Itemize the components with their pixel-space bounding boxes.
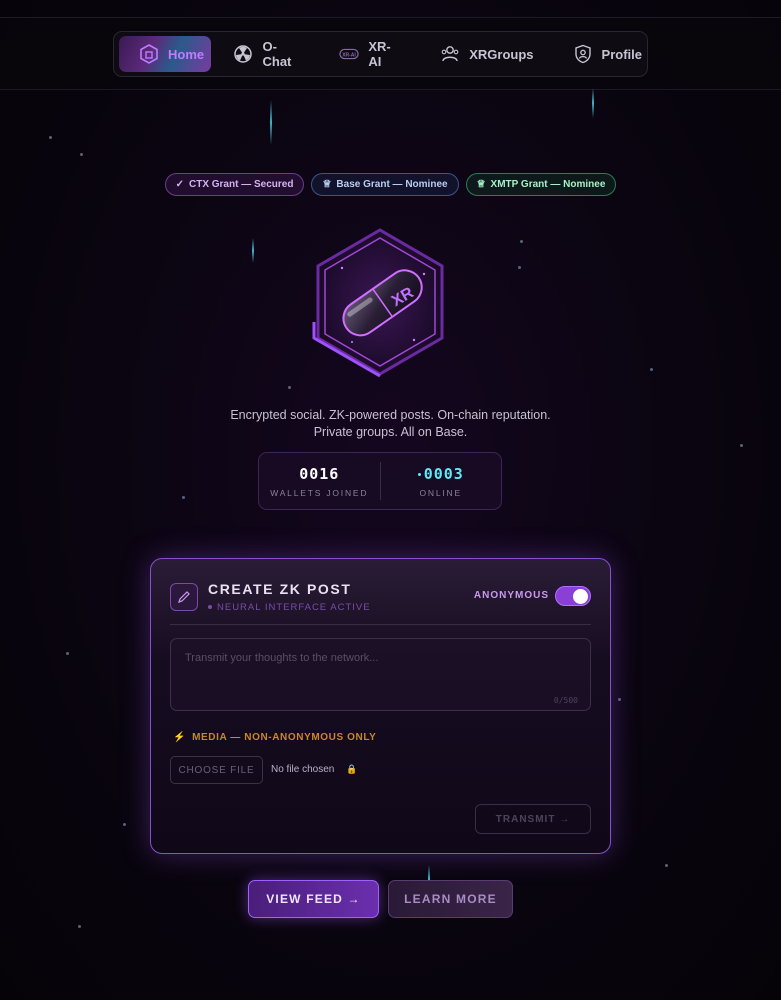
media-note-text: MEDIA — NON-ANONYMOUS ONLY xyxy=(192,732,377,743)
star xyxy=(518,266,521,269)
light-streak xyxy=(252,238,254,263)
main-nav: Home O-Chat XR-AI XR-AI XRGroups Profile xyxy=(113,31,648,77)
tagline-line-2: Private groups. All on Base. xyxy=(313,425,468,439)
radiation-icon xyxy=(233,44,253,64)
star xyxy=(49,136,52,139)
bolt-icon: ⚡ xyxy=(173,732,187,743)
create-post-card: CREATE ZK POST NEURAL INTERFACE ACTIVE A… xyxy=(150,558,611,854)
award-icon: ♕ xyxy=(476,179,486,190)
tagline: Encrypted social. ZK-powered posts. On-c… xyxy=(0,407,781,441)
xr-ai-chip-icon: XR-AI xyxy=(339,44,359,64)
stats-panel: 0016 WALLETS JOINED 0003 ONLINE xyxy=(258,452,502,510)
wallets-label: WALLETS JOINED xyxy=(270,487,369,498)
check-icon: ✓ xyxy=(175,179,184,190)
shield-user-icon xyxy=(573,44,593,64)
star xyxy=(650,368,653,371)
nav-label-profile: Profile xyxy=(601,46,643,62)
card-header: CREATE ZK POST NEURAL INTERFACE ACTIVE A… xyxy=(170,581,591,625)
stat-wallets: 0016 WALLETS JOINED xyxy=(259,465,380,498)
choose-file-button[interactable]: CHOOSE FILE xyxy=(170,756,263,784)
nav-item-xr-ai[interactable]: XR-AI XR-AI xyxy=(339,36,403,72)
star xyxy=(182,496,185,499)
toggle-knob xyxy=(573,589,588,604)
star xyxy=(520,240,523,243)
badge-ctx-grant: ✓ CTX Grant — Secured xyxy=(164,173,305,196)
no-file-text: No file chosen xyxy=(271,764,335,775)
online-label: ONLINE xyxy=(419,487,462,498)
media-note: ⚡ MEDIA — NON-ANONYMOUS ONLY xyxy=(173,732,376,743)
nav-label-o-chat: O-Chat xyxy=(262,39,292,69)
transmit-button[interactable]: TRANSMIT → xyxy=(475,804,591,834)
tagline-line-1: Encrypted social. ZK-powered posts. On-c… xyxy=(230,408,551,422)
badge-label: CTX Grant — Secured xyxy=(188,179,294,190)
badge-base-grant: ♕ Base Grant — Nominee xyxy=(311,173,459,196)
card-subtitle-text: NEURAL INTERFACE ACTIVE xyxy=(217,602,371,613)
badge-label: Base Grant — Nominee xyxy=(336,179,448,190)
badge-xmtp-grant: ♕ XMTP Grant — Nominee xyxy=(465,173,617,196)
badge-label: XMTP Grant — Nominee xyxy=(490,179,606,190)
grant-badges: ✓ CTX Grant — Secured ♕ Base Grant — Nom… xyxy=(0,173,781,196)
anonymous-label: ANONYMOUS xyxy=(473,590,549,601)
textarea-placeholder: Transmit your thoughts to the network... xyxy=(185,652,379,664)
award-icon: ♕ xyxy=(322,179,332,190)
nav-label-xr-ai: XR-AI xyxy=(368,39,391,69)
light-streak xyxy=(592,88,594,118)
edit-pencil-button[interactable] xyxy=(170,583,198,611)
view-feed-button[interactable]: VIEW FEED → xyxy=(248,880,379,918)
nav-item-xrgroups[interactable]: XRGroups xyxy=(440,36,534,72)
status-dot-icon xyxy=(208,605,212,610)
star xyxy=(66,652,69,655)
nav-item-o-chat[interactable]: O-Chat xyxy=(233,36,305,72)
online-dot-icon xyxy=(417,472,421,476)
stat-online: 0003 ONLINE xyxy=(381,465,502,498)
star xyxy=(123,823,126,826)
users-icon xyxy=(440,44,460,64)
post-textarea[interactable]: Transmit your thoughts to the network...… xyxy=(170,638,591,711)
card-title: CREATE ZK POST xyxy=(208,581,352,597)
lock-icon: 🔒 xyxy=(346,764,358,774)
home-hex-icon xyxy=(139,44,159,64)
star xyxy=(288,386,291,389)
learn-more-button[interactable]: LEARN MORE xyxy=(388,880,513,918)
xr-pill-logo: XR xyxy=(302,222,462,392)
card-subtitle: NEURAL INTERFACE ACTIVE xyxy=(208,602,371,613)
light-streak xyxy=(270,100,272,145)
wallets-count: 0016 xyxy=(299,464,340,483)
online-count: 0003 xyxy=(423,464,464,483)
char-count: 0/500 xyxy=(553,696,578,705)
nav-label-xrgroups: XRGroups xyxy=(469,46,534,62)
star xyxy=(78,925,81,928)
nav-label-home: Home xyxy=(168,46,205,62)
svg-text:XR-AI: XR-AI xyxy=(343,52,357,58)
pencil-icon xyxy=(178,591,190,603)
star xyxy=(80,153,83,156)
star xyxy=(740,444,743,447)
anonymous-toggle[interactable] xyxy=(555,586,591,606)
star xyxy=(665,864,668,867)
nav-item-home[interactable]: Home xyxy=(119,36,212,72)
star xyxy=(618,698,621,701)
nav-item-profile[interactable]: Profile xyxy=(573,36,642,72)
